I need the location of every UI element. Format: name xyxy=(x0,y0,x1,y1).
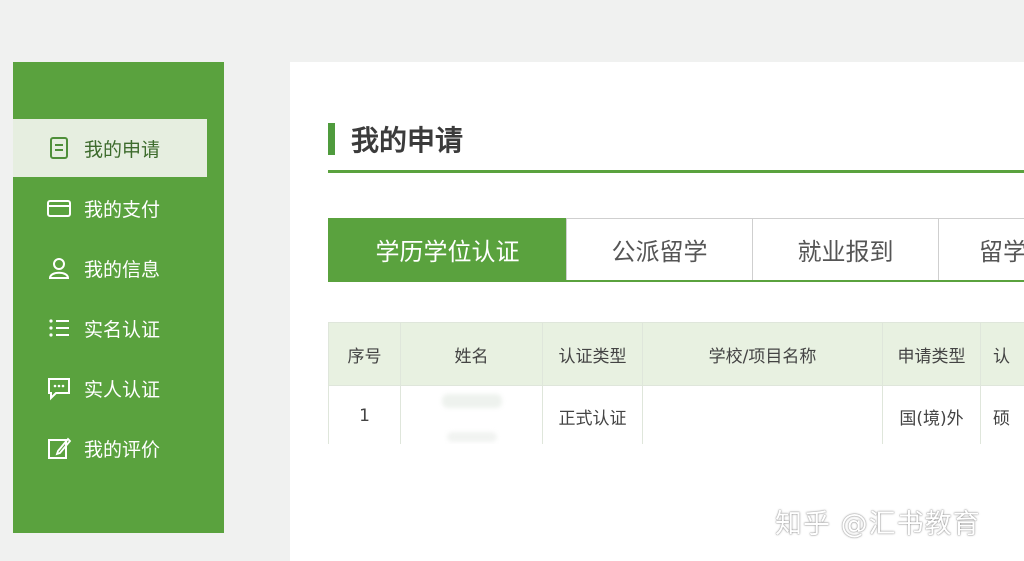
col-header-name: 姓名 xyxy=(400,322,543,386)
tab-public-study-abroad[interactable]: 公派留学 xyxy=(566,218,753,280)
document-icon xyxy=(44,133,74,163)
sidebar-item-my-reviews[interactable]: 我的评价 xyxy=(13,419,207,477)
watermark: 知乎 @汇书教育 xyxy=(775,509,981,540)
sidebar-item-label: 我的信息 xyxy=(84,258,161,281)
cell-name-redacted xyxy=(400,385,543,444)
col-header-cert-more: 认 xyxy=(980,322,1024,386)
redaction-blur xyxy=(441,394,502,408)
page-title: 我的申请 xyxy=(351,124,464,157)
cell-apply-type: 国(境)外 xyxy=(882,385,981,444)
tab-study-abroad[interactable]: 留学 xyxy=(938,218,1024,280)
applications-table: 序号 姓名 认证类型 学校/项目名称 申请类型 认 1 正式认证 国(境)外 硕 xyxy=(328,322,1024,444)
chat-icon xyxy=(44,373,74,403)
col-header-index: 序号 xyxy=(328,322,401,386)
tabs-underline xyxy=(328,280,1024,282)
card-icon xyxy=(44,193,74,223)
title-accent-bar xyxy=(328,123,335,155)
cell-school-redacted xyxy=(642,385,883,444)
cell-degree: 硕 xyxy=(980,385,1024,444)
table-header-row: 序号 姓名 认证类型 学校/项目名称 申请类型 认 xyxy=(328,322,1024,386)
sidebar-item-my-payments[interactable]: 我的支付 xyxy=(13,179,207,237)
sidebar-nav: 我的申请 我的支付 我的信息 实名认证 实人认证 我的评价 xyxy=(13,62,224,533)
sidebar-item-my-info[interactable]: 我的信息 xyxy=(13,239,207,297)
cell-cert-type: 正式认证 xyxy=(542,385,643,444)
list-icon xyxy=(44,313,74,343)
table-row[interactable]: 1 正式认证 国(境)外 硕 xyxy=(328,385,1024,444)
sidebar-item-label: 我的评价 xyxy=(84,438,161,461)
col-header-cert-type: 认证类型 xyxy=(542,322,643,386)
sidebar-item-my-applications[interactable]: 我的申请 xyxy=(13,119,207,177)
category-tabs: 学历学位认证 公派留学 就业报到 留学 xyxy=(328,218,1024,282)
tab-degree-certification[interactable]: 学历学位认证 xyxy=(328,218,567,280)
col-header-apply-type: 申请类型 xyxy=(882,322,981,386)
applications-table-wrap: 序号 姓名 认证类型 学校/项目名称 申请类型 认 1 正式认证 国(境)外 硕 xyxy=(328,322,1024,444)
col-header-school: 学校/项目名称 xyxy=(642,322,883,386)
tab-employment-registration[interactable]: 就业报到 xyxy=(752,218,939,280)
sidebar-item-label: 我的申请 xyxy=(84,138,161,161)
redaction-blur xyxy=(446,432,497,442)
sidebar-item-real-name-auth[interactable]: 实名认证 xyxy=(13,299,207,357)
cell-index: 1 xyxy=(328,385,401,444)
page-title-bar: 我的申请 xyxy=(328,122,1024,174)
sidebar-item-person-auth[interactable]: 实人认证 xyxy=(13,359,207,417)
edit-icon xyxy=(44,433,74,463)
title-underline xyxy=(328,170,1024,173)
sidebar-item-label: 我的支付 xyxy=(84,198,161,221)
sidebar-item-label: 实人认证 xyxy=(84,378,161,401)
sidebar-item-label: 实名认证 xyxy=(84,318,161,341)
main-panel: 我的申请 学历学位认证 公派留学 就业报到 留学 序号 姓名 认证类型 学校/项… xyxy=(290,62,1024,561)
user-icon xyxy=(44,253,74,283)
